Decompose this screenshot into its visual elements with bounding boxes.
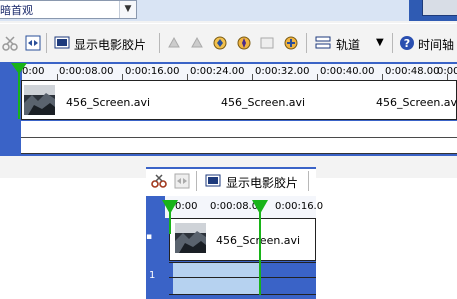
fit-timeline-icon[interactable] [25,35,41,51]
playhead-marker[interactable] [11,63,27,74]
show-filmstrip-button[interactable]: 显示电影胶片 [74,36,146,53]
ruler-tick-label: 0:00:32.00 [255,66,310,77]
playhead-line [169,212,171,234]
track-number: 1 [149,270,156,281]
image-icon[interactable] [259,35,275,51]
tracks-button[interactable]: 轨道 [336,36,360,53]
toolbar-separator [306,33,307,53]
view-dropdown-value: 暗首观 [0,4,33,17]
help-icon[interactable]: ? [399,35,415,51]
ruler-tick-label: 0:00 [175,201,198,212]
clip-filename: 456_Screen.avi [66,96,151,109]
tracks-dropdown-chevron-icon[interactable]: ▼ [376,37,384,48]
toolbar-separator [392,33,393,53]
effect-icon-1[interactable] [166,35,182,51]
timecode-button[interactable]: 时间轴 [418,36,454,53]
chevron-down-icon[interactable]: ▼ [119,1,136,18]
show-filmstrip-button[interactable]: 显示电影胶片 [226,174,298,191]
scissors-icon[interactable] [2,35,18,51]
title-effect-icon[interactable] [236,35,252,51]
playhead-marker[interactable] [252,200,268,214]
ruler-tick-label: 0:00:08.00 [59,66,114,77]
view-dropdown[interactable]: 暗首观 ▼ [0,0,137,19]
filmstrip-icon[interactable] [205,173,221,189]
playhead-line [259,212,261,295]
clip-thumbnail [175,223,206,253]
tracks-icon[interactable] [315,35,331,51]
ruler-tick-label: 0:00:08.0 [210,201,259,212]
toolbar-separator [159,33,160,53]
ruler-tick-label: 0:00:24.00 [190,66,245,77]
ruler-tick-label: 0:00:16.0 [275,201,324,212]
track-divider [169,262,316,263]
clip-filename: 456_Screen.avi [221,96,306,109]
scissors-icon[interactable] [151,173,167,189]
clip-filename: 456_Screen.avi [376,96,457,109]
filmstrip-icon[interactable] [54,35,70,51]
clip-thumbnail [24,85,55,115]
fit-timeline-icon[interactable] [174,173,190,189]
track-divider [169,294,316,295]
track-divider [169,277,316,278]
svg-text:?: ? [404,37,410,50]
selected-range[interactable] [173,262,260,295]
toolbar-separator [308,171,309,191]
track-divider [21,137,457,138]
track-bullet: ▪ [146,232,153,242]
ruler-tick-label: 0:00:40.00 [320,66,375,77]
playhead-line [18,72,20,119]
effect-icon-2[interactable] [189,35,205,51]
ruler-tick-label: 0:00:16.00 [125,66,180,77]
add-effect-icon[interactable] [283,35,299,51]
window-control-button[interactable] [422,0,457,16]
playhead-marker[interactable] [162,200,178,214]
toolbar-separator [196,171,197,191]
transition-icon[interactable] [212,35,228,51]
toolbar-separator [46,33,47,53]
ruler-tick-label: 0:00:48.00 [385,66,440,77]
